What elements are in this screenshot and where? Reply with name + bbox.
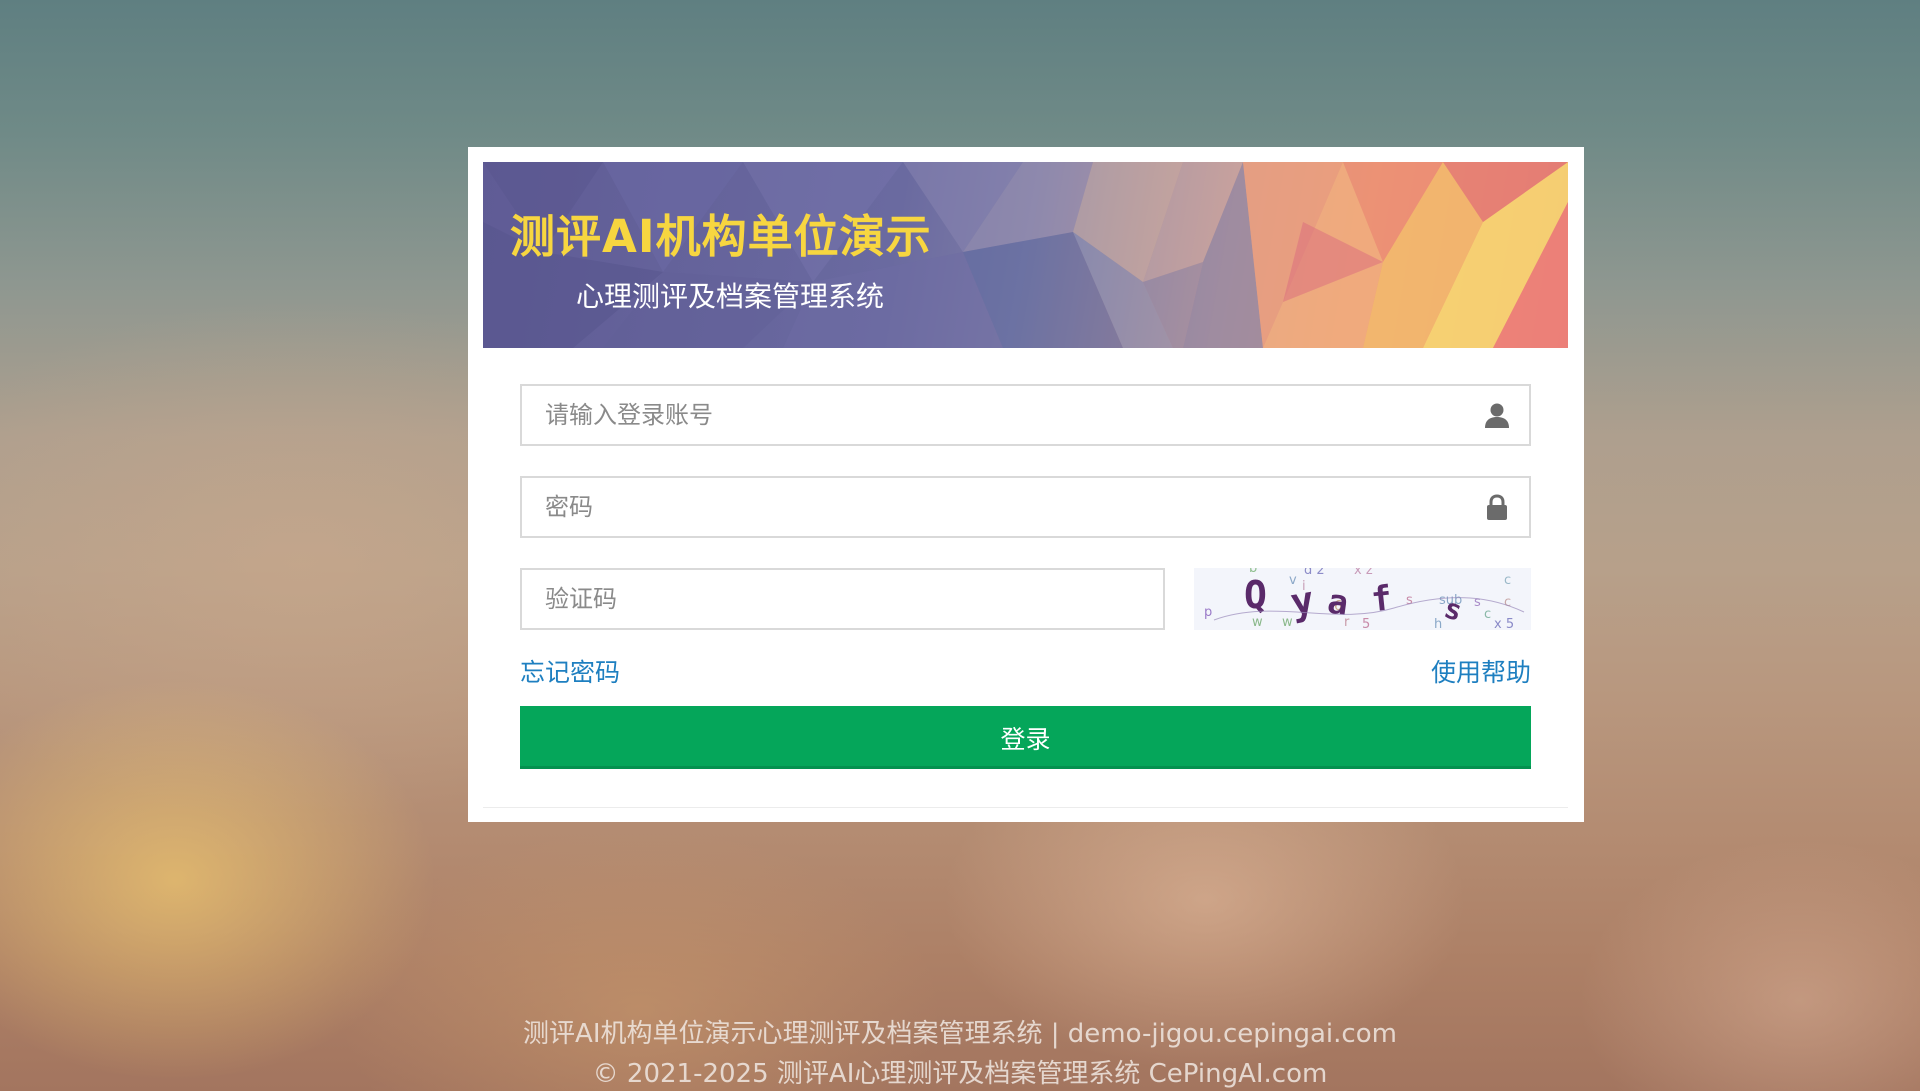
svg-text:c: c [1504,595,1511,610]
svg-text:c: c [1484,607,1491,622]
svg-text:w: w [1252,615,1263,630]
captcha-field [520,568,1165,630]
username-field [520,384,1531,446]
captcha-image[interactable]: b d 2 x z c i v p w w r 5 h x 5 s c c s … [1194,568,1531,630]
svg-text:5: 5 [1362,617,1370,630]
svg-text:x z: x z [1354,568,1373,578]
login-banner: 测评AI机构单位演示 心理测评及档案管理系统 [483,162,1568,348]
captcha-char-1: Q [1244,573,1267,617]
svg-text:d 2: d 2 [1304,568,1325,578]
password-input[interactable] [522,478,1529,536]
svg-text:p: p [1204,605,1212,620]
svg-text:w: w [1282,615,1293,630]
captcha-char-4: f [1369,578,1394,620]
captcha-input[interactable] [522,570,1163,628]
user-icon [1485,403,1509,428]
app-subtitle: 心理测评及档案管理系统 [576,280,885,313]
username-input[interactable] [522,386,1529,444]
forgot-password-link[interactable]: 忘记密码 [520,653,620,689]
svg-text:s: s [1474,595,1481,610]
captcha-graphic: b d 2 x z c i v p w w r 5 h x 5 s c c s … [1204,568,1525,630]
lock-icon [1487,494,1507,520]
login-card: 测评AI机构单位演示 心理测评及档案管理系统 b d 2 x z c i v [468,147,1584,822]
login-button[interactable]: 登录 [520,706,1531,769]
svg-text:s: s [1406,593,1413,608]
card-divider [483,807,1568,808]
password-field [520,476,1531,538]
svg-text:c: c [1504,573,1511,588]
app-title: 测评AI机构单位演示 [510,210,932,263]
svg-text:x 5: x 5 [1494,617,1514,630]
footer-copyright: © 2021-2025 测评AI心理测评及档案管理系统 CePingAI.com [592,1059,1328,1089]
footer-site-info: 测评AI机构单位演示心理测评及档案管理系统 | demo-jigou.cepin… [523,1019,1397,1049]
help-link[interactable]: 使用帮助 [1431,653,1531,689]
